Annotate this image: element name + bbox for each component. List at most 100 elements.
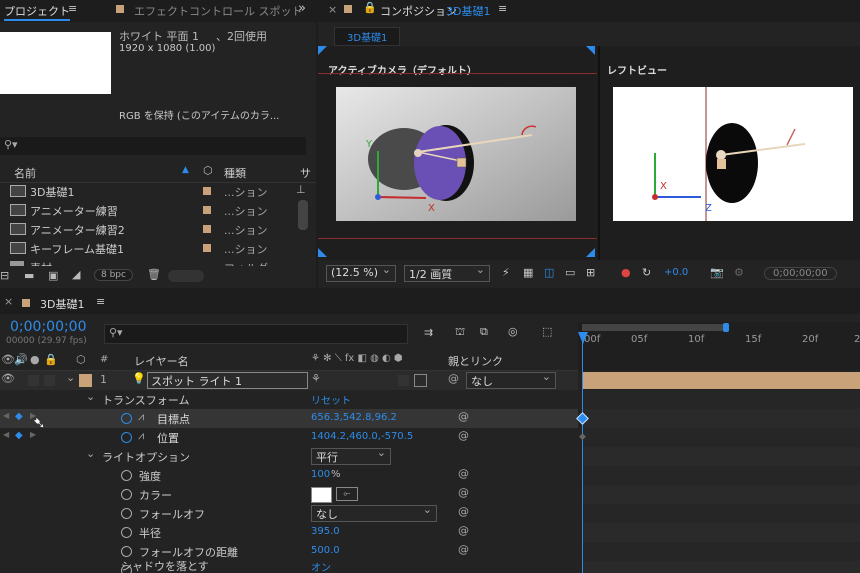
- snapshot-icon[interactable]: 📷: [710, 266, 724, 279]
- color-channels-icon[interactable]: ●: [621, 266, 631, 279]
- solo-box[interactable]: [44, 375, 55, 386]
- work-area-bar[interactable]: [582, 324, 726, 331]
- interpret-footage-icon[interactable]: ⊟: [0, 269, 9, 282]
- menu-icon[interactable]: ≡: [68, 2, 77, 15]
- audio-icon[interactable]: 🔊: [14, 353, 28, 366]
- property-row-falloff[interactable]: フォールオフ なし @: [0, 503, 578, 523]
- bit-depth-button[interactable]: 8 bpc: [94, 269, 133, 281]
- fast-previews-icon[interactable]: ⚡: [502, 266, 510, 279]
- viewer-area[interactable]: アクティブカメラ（デフォルト） Y X レフトビュー X Z: [318, 46, 860, 260]
- col-layer-name[interactable]: レイヤー名: [134, 353, 189, 369]
- light-type-dropdown[interactable]: 平行: [311, 446, 391, 465]
- close-icon[interactable]: ×: [4, 295, 13, 308]
- transparency-grid-icon[interactable]: ▦: [523, 266, 533, 279]
- col-extra-header[interactable]: サ: [300, 165, 311, 181]
- reset-link[interactable]: リセット: [311, 392, 351, 407]
- time-ruler[interactable]: 00f 05f 10f 15f 20f 2: [578, 322, 860, 370]
- property-value[interactable]: 1404.2,460.0,-570.5: [311, 431, 413, 442]
- stopwatch-icon[interactable]: [121, 508, 132, 519]
- list-item[interactable]: アニメーター練習 ...ション: [0, 201, 300, 220]
- work-area-end-handle[interactable]: [723, 323, 729, 332]
- list-item-clipped[interactable]: 素材 フォルダー: [0, 258, 300, 266]
- stopwatch-icon[interactable]: [121, 413, 132, 424]
- stopwatch-icon[interactable]: [121, 432, 132, 443]
- motion-blur-icon[interactable]: ◎: [508, 325, 518, 338]
- new-composition-icon[interactable]: ▣: [48, 269, 58, 282]
- stopwatch-icon[interactable]: [121, 546, 132, 557]
- timeline-tab[interactable]: 3D基礎1: [40, 296, 84, 312]
- graph-icon[interactable]: ⩘: [138, 410, 144, 424]
- layer-row[interactable]: 👁 ⌄ 1 💡 スポット ライト 1 ⚘ @ なし: [0, 370, 578, 390]
- layer-duration-bar[interactable]: [583, 372, 860, 389]
- draft-3d-icon[interactable]: ⛫: [455, 325, 465, 340]
- comp-sub-tab[interactable]: 3D基礎1: [334, 27, 401, 46]
- pick-whip-icon[interactable]: @: [458, 505, 469, 518]
- transform-row[interactable]: ⌄ トランスフォーム リセット: [0, 390, 578, 409]
- visibility-icon[interactable]: 👁: [1, 372, 15, 385]
- property-row-position[interactable]: ◀ ◆ ▶ ⩘ 位置 1404.2,460.0,-570.5 @: [0, 428, 578, 447]
- show-snapshot-icon[interactable]: ⚙: [734, 266, 744, 279]
- graph-editor-icon[interactable]: ⬚: [542, 325, 552, 338]
- footer-slider[interactable]: [168, 270, 204, 282]
- col-name-header[interactable]: 名前: [14, 165, 36, 181]
- effect-controls-tab[interactable]: エフェクトコントロール スポット: [134, 3, 303, 19]
- col-type-header[interactable]: 種類: [224, 165, 246, 181]
- lock-icon[interactable]: 🔒: [44, 353, 58, 366]
- exposure-value[interactable]: +0.0: [664, 267, 688, 278]
- playhead-line[interactable]: [582, 340, 583, 573]
- close-icon[interactable]: ×: [328, 3, 337, 16]
- layer-label-swatch[interactable]: [79, 374, 92, 387]
- property-value[interactable]: 395.0: [311, 526, 340, 537]
- scrollbar[interactable]: [298, 200, 308, 230]
- project-search-input[interactable]: ⚲▾: [0, 137, 306, 155]
- property-value[interactable]: 656.3,542.8,96.2: [311, 412, 397, 423]
- keyframe-prev-icon[interactable]: ◀: [3, 411, 9, 420]
- solo-icon[interactable]: ●: [30, 353, 40, 366]
- property-value[interactable]: オン: [311, 561, 331, 573]
- color-swatch[interactable]: [311, 487, 332, 503]
- pick-whip-icon[interactable]: @: [458, 543, 469, 556]
- exposure-reset-icon[interactable]: ↻: [642, 266, 651, 279]
- list-item[interactable]: アニメーター練習2 ...ション: [0, 220, 300, 239]
- menu-icon[interactable]: ≡: [498, 2, 507, 15]
- mask-visibility-icon[interactable]: ◫: [544, 266, 554, 279]
- composition-name[interactable]: 3D基礎1: [446, 3, 490, 19]
- region-of-interest-icon[interactable]: ▭: [565, 266, 575, 279]
- parent-dropdown[interactable]: なし: [466, 370, 556, 389]
- property-row-casts-shadows[interactable]: シャドウを落とす オン: [0, 561, 578, 573]
- stopwatch-icon[interactable]: [121, 470, 132, 481]
- property-value[interactable]: 500.0: [311, 545, 340, 556]
- pick-whip-icon[interactable]: @: [458, 486, 469, 499]
- expand-chevron-icon[interactable]: ⌄: [86, 447, 95, 460]
- layer-name-field[interactable]: スポット ライト 1: [147, 372, 308, 389]
- falloff-dropdown[interactable]: なし: [311, 503, 437, 522]
- col-parent[interactable]: 親とリンク: [448, 353, 503, 369]
- keyframe-prev-icon[interactable]: ◀: [3, 430, 9, 439]
- property-row-intensity[interactable]: 強度 100 % @: [0, 466, 578, 485]
- grid-guides-icon[interactable]: ⊞: [586, 266, 595, 279]
- switch-box[interactable]: [398, 375, 409, 386]
- flowchart-icon[interactable]: ⊥: [296, 183, 306, 196]
- pick-whip-icon[interactable]: @: [448, 372, 459, 385]
- shy-switch-icon[interactable]: ⚘: [311, 372, 321, 385]
- keyframe-add-icon[interactable]: ◆: [15, 430, 23, 441]
- frame-blending-icon[interactable]: ⧉: [480, 325, 488, 339]
- composition-mini-flowchart-icon[interactable]: ⇉: [424, 326, 433, 339]
- menu-icon[interactable]: ≡: [96, 295, 105, 308]
- light-options-row[interactable]: ⌄ ライトオプション 平行: [0, 446, 578, 466]
- timeline-search-input[interactable]: ⚲▾: [104, 324, 408, 344]
- property-row-point-of-interest[interactable]: ◀ ◆ ▶ ⩘ 目標点 656.3,542.8,96.2 @: [0, 409, 578, 428]
- 3d-layer-switch[interactable]: [414, 374, 427, 387]
- list-item[interactable]: 3D基礎1 ...ション ⊥: [0, 182, 306, 201]
- property-value[interactable]: 100: [311, 469, 330, 480]
- pick-whip-icon[interactable]: @: [458, 410, 469, 423]
- pick-whip-icon[interactable]: @: [458, 524, 469, 537]
- expand-chevron-icon[interactable]: ⌄: [86, 390, 95, 403]
- stopwatch-icon[interactable]: [121, 527, 132, 538]
- panel-overflow-icon[interactable]: »: [298, 1, 306, 16]
- eyedropper-icon[interactable]: ⟜: [336, 487, 358, 501]
- viewer-timecode[interactable]: 0;00;00;00: [764, 267, 837, 280]
- property-row-color[interactable]: カラー ⟜ @: [0, 485, 578, 504]
- property-row-radius[interactable]: 半径 395.0 @: [0, 523, 578, 542]
- current-time[interactable]: 0;00;00;00: [10, 319, 87, 335]
